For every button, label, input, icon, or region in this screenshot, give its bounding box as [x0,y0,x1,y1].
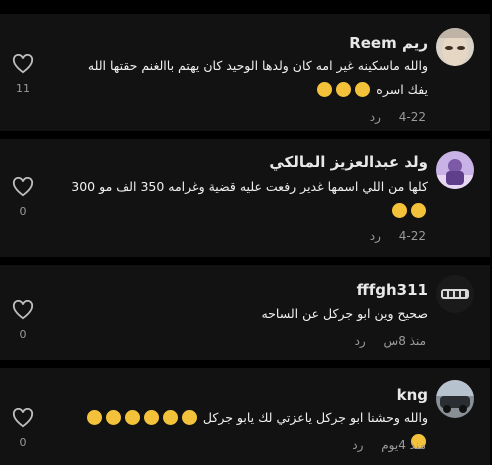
comment-body: كلها من اللي اسمها غدير رفعت عليه قضية و… [71,179,428,194]
comment-date: منذ 8س [383,334,426,348]
comment-username[interactable]: ريم Reem [349,34,428,52]
reply-button[interactable]: رد [370,229,381,243]
avatar[interactable] [436,275,474,313]
comment-username[interactable]: ولد عبدالعزيز المالكي [269,153,428,171]
comment-body: صحيح وين ابو جركل عن الساحه [261,306,428,321]
comment-date: 4-22 [398,110,426,124]
comment-date: 4-22 [398,229,426,243]
like-count: 0 [19,205,27,218]
like-button[interactable]: 11 [10,54,36,95]
comment-meta: منذ 8س رد [355,334,426,348]
comment-meta: 4-22 رد [370,110,426,124]
emoji-row [315,82,372,97]
sad-emoji-icon [336,82,352,97]
reply-button[interactable]: رد [352,438,363,452]
comment-text: صحيح وين ابو جركل عن الساحه [70,302,428,326]
comment-username[interactable]: kng [397,386,428,404]
like-count: 11 [16,82,30,95]
heart-outline-icon [12,300,34,320]
comment-meta: منذ 4يوم رد [352,438,426,452]
comment-body: والله ماسكينه غير امه كان ولدها الوحيد ك… [87,58,428,97]
pensive-emoji-icon [181,410,197,425]
heart-outline-icon [12,408,34,428]
comment-meta: 4-22 رد [370,229,426,243]
heart-outline-icon [12,54,34,74]
like-button[interactable]: 0 [10,300,36,341]
heart-outline-icon [12,177,34,197]
like-count: 0 [19,328,27,341]
pensive-emoji-icon [105,410,121,425]
pensive-emoji-icon [86,410,102,425]
sad-emoji-icon [355,82,371,97]
pensive-emoji-icon [162,410,178,425]
comment-text: والله ماسكينه غير امه كان ولدها الوحيد ك… [70,54,428,102]
sad-emoji-icon [317,82,333,97]
comment-body: والله وحشنا ابو جركل ياعزتي لك يابو جركل [202,410,428,425]
reply-button[interactable]: رد [370,110,381,124]
like-button[interactable]: 0 [10,408,36,449]
laughing-emoji-icon [392,203,407,218]
comment-username[interactable]: fffgh311 [357,281,428,299]
like-button[interactable]: 0 [10,177,36,218]
avatar[interactable] [436,151,474,189]
comment-item: ريم Reem والله ماسكينه غير امه كان ولدها… [0,14,490,131]
comment-item: kng والله وحشنا ابو جركل ياعزتي لك يابو … [0,368,490,465]
pensive-emoji-icon [143,410,159,425]
like-count: 0 [19,436,27,449]
pensive-emoji-icon [124,410,140,425]
emoji-row [390,203,428,218]
reply-button[interactable]: رد [355,334,366,348]
avatar[interactable] [436,380,474,418]
comment-text: كلها من اللي اسمها غدير رفعت عليه قضية و… [70,175,428,223]
laughing-emoji-icon [411,203,426,218]
comment-date: منذ 4يوم [381,438,426,452]
avatar[interactable] [436,28,474,66]
comment-item: ولد عبدالعزيز المالكي كلها من اللي اسمها… [0,139,490,257]
comment-item: fffgh311 صحيح وين ابو جركل عن الساحه منذ… [0,265,490,360]
